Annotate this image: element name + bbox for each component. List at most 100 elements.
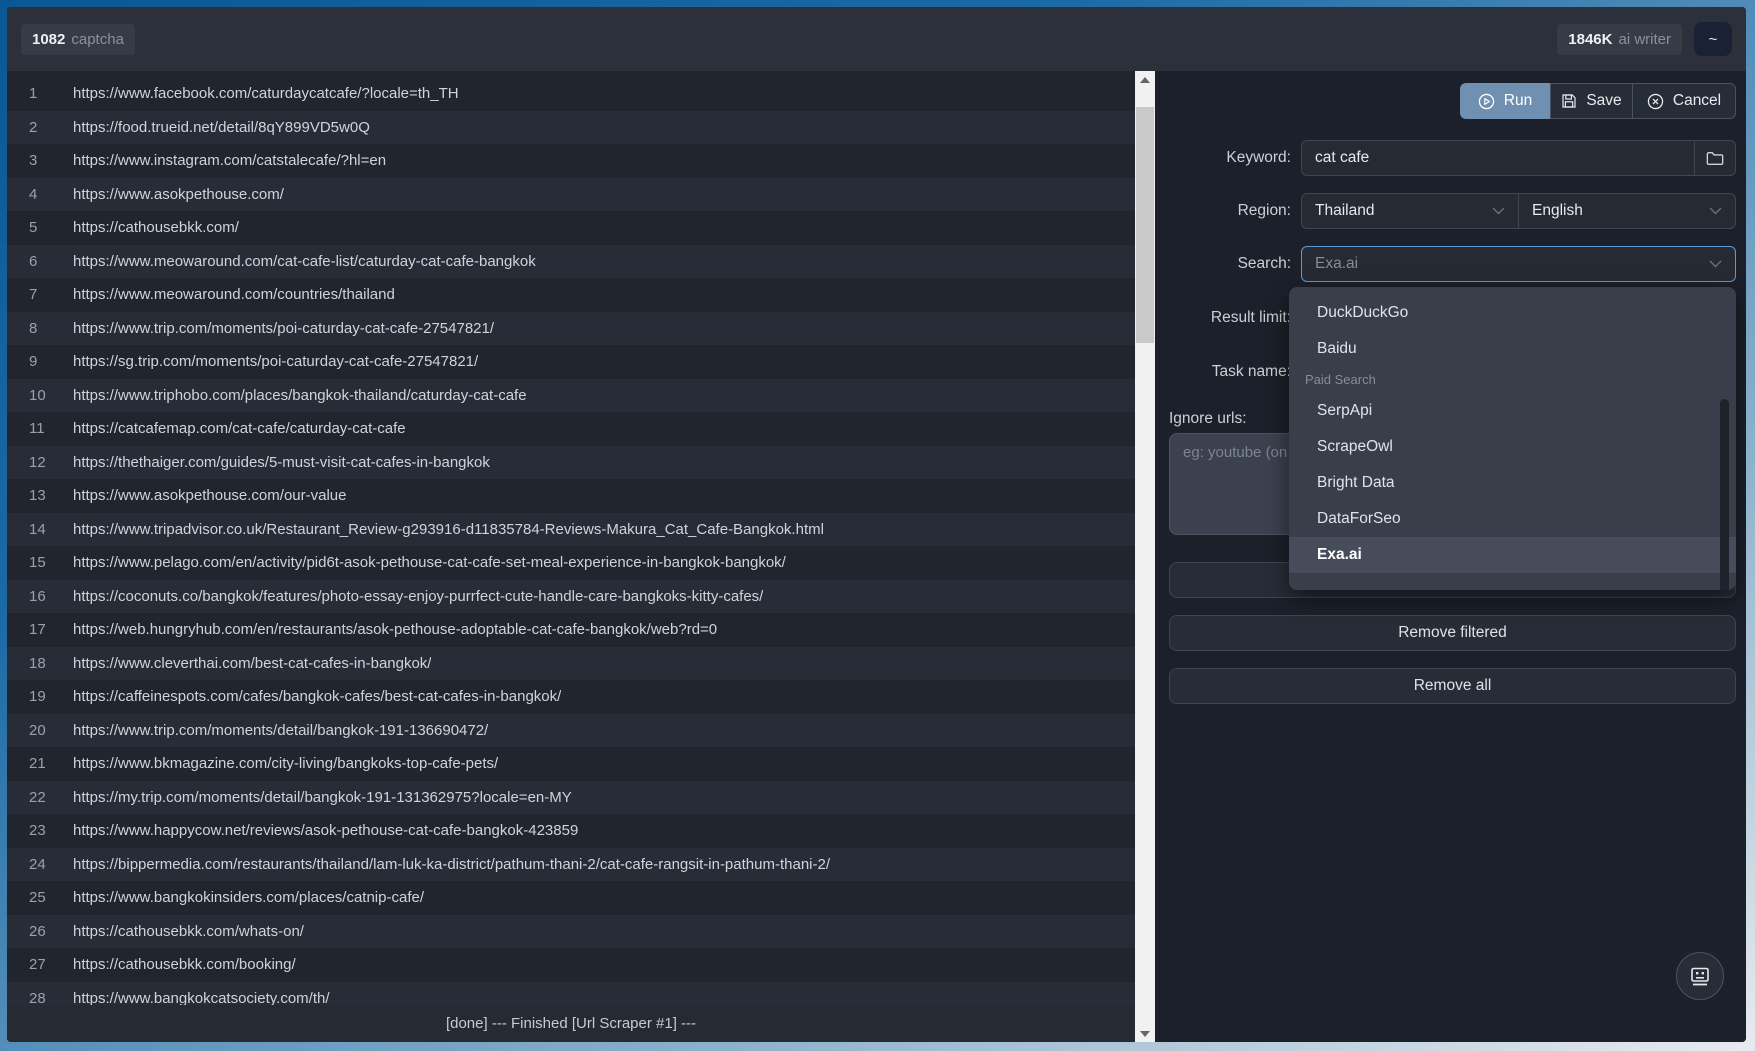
url-row[interactable]: 15 https://www.pelago.com/en/activity/pi…: [7, 546, 1135, 580]
dropdown-option-serpapi[interactable]: SerpApi: [1289, 393, 1736, 429]
url-row[interactable]: 26 https://cathousebkk.com/whats-on/: [7, 915, 1135, 949]
keyword-browse-button[interactable]: [1694, 141, 1735, 175]
remove-filtered-button[interactable]: Remove filtered: [1169, 615, 1736, 651]
result-limit-label: Result limit:: [1169, 309, 1291, 327]
dropdown-option-bright-data[interactable]: Bright Data: [1289, 465, 1736, 501]
url-row-number: 4: [7, 186, 73, 203]
ai-writer-counter[interactable]: 1846K ai writer: [1557, 24, 1682, 55]
settings-panel: Run Save Cancel Keyword: cat cafe: [1155, 71, 1746, 1042]
url-row[interactable]: 24 https://bippermedia.com/restaurants/t…: [7, 848, 1135, 882]
url-row[interactable]: 17 https://web.hungryhub.com/en/restaura…: [7, 613, 1135, 647]
cancel-button[interactable]: Cancel: [1632, 83, 1736, 119]
url-row-link: https://thethaiger.com/guides/5-must-vis…: [73, 454, 490, 471]
dropdown-option-baidu[interactable]: Baidu: [1289, 331, 1736, 367]
url-row[interactable]: 13 https://www.asokpethouse.com/our-valu…: [7, 479, 1135, 513]
url-row-number: 5: [7, 219, 73, 236]
url-row[interactable]: 27 https://cathousebkk.com/booking/: [7, 948, 1135, 982]
url-row[interactable]: 10 https://www.triphobo.com/places/bangk…: [7, 379, 1135, 413]
search-engine-select[interactable]: Exa.ai: [1301, 246, 1736, 282]
url-row[interactable]: 5 https://cathousebkk.com/: [7, 211, 1135, 245]
url-row-link: https://caffeinespots.com/cafes/bangkok-…: [73, 688, 561, 705]
url-row-link: https://cathousebkk.com/booking/: [73, 956, 296, 973]
region-country-value: Thailand: [1302, 202, 1492, 220]
list-scrollbar[interactable]: [1135, 71, 1155, 1042]
url-row-link: https://www.asokpethouse.com/our-value: [73, 487, 346, 504]
url-row[interactable]: 22 https://my.trip.com/moments/detail/ba…: [7, 781, 1135, 815]
status-text: [done] --- Finished [Url Scraper #1] ---: [446, 1015, 696, 1032]
remove-all-button[interactable]: Remove all: [1169, 668, 1736, 704]
url-row-number: 21: [7, 755, 73, 772]
keyword-input[interactable]: cat cafe: [1301, 140, 1736, 176]
collapse-button[interactable]: ~: [1694, 22, 1732, 56]
url-row-number: 1: [7, 85, 73, 102]
ai-writer-label: ai writer: [1618, 31, 1671, 48]
url-row[interactable]: 6 https://www.meowaround.com/cat-cafe-li…: [7, 245, 1135, 279]
url-row[interactable]: 19 https://caffeinespots.com/cafes/bangk…: [7, 680, 1135, 714]
url-row[interactable]: 21 https://www.bkmagazine.com/city-livin…: [7, 747, 1135, 781]
url-row-link: https://coconuts.co/bangkok/features/pho…: [73, 588, 763, 605]
url-row[interactable]: 11 https://catcafemap.com/cat-cafe/catur…: [7, 412, 1135, 446]
url-row-link: https://sg.trip.com/moments/poi-caturday…: [73, 353, 478, 370]
url-row-number: 23: [7, 822, 73, 839]
task-name-label: Task name:: [1169, 363, 1291, 381]
keyword-value: cat cafe: [1302, 149, 1694, 167]
region-language-select[interactable]: English: [1518, 193, 1736, 229]
url-row-link: https://www.cleverthai.com/best-cat-cafe…: [73, 655, 431, 672]
url-row-number: 18: [7, 655, 73, 672]
url-row-link: https://www.asokpethouse.com/: [73, 186, 284, 203]
assistant-fab-button[interactable]: [1676, 952, 1724, 1000]
url-row[interactable]: 2 https://food.trueid.net/detail/8qY899V…: [7, 111, 1135, 145]
keyword-label: Keyword:: [1169, 149, 1291, 167]
url-row-number: 20: [7, 722, 73, 739]
url-row[interactable]: 8 https://www.trip.com/moments/poi-catur…: [7, 312, 1135, 346]
run-label: Run: [1504, 92, 1532, 110]
url-row-link: https://www.tripadvisor.co.uk/Restaurant…: [73, 521, 824, 538]
dropdown-option-dataforseo[interactable]: DataForSeo: [1289, 501, 1736, 537]
url-row[interactable]: 23 https://www.happycow.net/reviews/asok…: [7, 814, 1135, 848]
url-row[interactable]: 9 https://sg.trip.com/moments/poi-caturd…: [7, 345, 1135, 379]
region-country-select[interactable]: Thailand: [1301, 193, 1518, 229]
dropdown-option-scrapeowl[interactable]: ScrapeOwl: [1289, 429, 1736, 465]
save-button[interactable]: Save: [1550, 83, 1632, 119]
url-row-number: 13: [7, 487, 73, 504]
url-row[interactable]: 20 https://www.trip.com/moments/detail/b…: [7, 714, 1135, 748]
url-row[interactable]: 3 https://www.instagram.com/catstalecafe…: [7, 144, 1135, 178]
url-row-link: https://cathousebkk.com/: [73, 219, 239, 236]
scroll-down-button[interactable]: [1135, 1025, 1155, 1042]
dropdown-option-duckduckgo[interactable]: DuckDuckGo: [1289, 295, 1736, 331]
search-label: Search:: [1169, 255, 1291, 273]
captcha-counter[interactable]: 1082 captcha: [21, 24, 135, 55]
dropdown-option-exa-ai[interactable]: Exa.ai: [1289, 537, 1736, 573]
keyword-row: Keyword: cat cafe: [1169, 140, 1736, 176]
run-button[interactable]: Run: [1460, 83, 1550, 119]
url-row-number: 26: [7, 923, 73, 940]
url-row-number: 24: [7, 856, 73, 873]
url-row-number: 7: [7, 286, 73, 303]
url-row[interactable]: 28 https://www.bangkokcatsociety.com/th/: [7, 982, 1135, 1006]
folder-icon: [1706, 151, 1724, 166]
url-row[interactable]: 7 https://www.meowaround.com/countries/t…: [7, 278, 1135, 312]
url-row[interactable]: 12 https://thethaiger.com/guides/5-must-…: [7, 446, 1135, 480]
region-selects: Thailand English: [1301, 193, 1736, 229]
url-row-number: 19: [7, 688, 73, 705]
save-label: Save: [1586, 92, 1621, 110]
url-row-number: 16: [7, 588, 73, 605]
url-row-link: https://www.trip.com/moments/detail/bang…: [73, 722, 488, 739]
scroll-up-button[interactable]: [1135, 71, 1155, 88]
url-row-link: https://my.trip.com/moments/detail/bangk…: [73, 789, 572, 806]
url-row-number: 28: [7, 990, 73, 1005]
url-row-number: 10: [7, 387, 73, 404]
url-row[interactable]: 18 https://www.cleverthai.com/best-cat-c…: [7, 647, 1135, 681]
url-row[interactable]: 14 https://www.tripadvisor.co.uk/Restaur…: [7, 513, 1135, 547]
url-row-link: https://www.happycow.net/reviews/asok-pe…: [73, 822, 578, 839]
chevron-down-icon: [1492, 207, 1505, 215]
url-row[interactable]: 4 https://www.asokpethouse.com/: [7, 178, 1135, 212]
url-row[interactable]: 16 https://coconuts.co/bangkok/features/…: [7, 580, 1135, 614]
url-row-number: 9: [7, 353, 73, 370]
url-row[interactable]: 25 https://www.bangkokinsiders.com/place…: [7, 881, 1135, 915]
scrollbar-thumb[interactable]: [1136, 107, 1154, 343]
dropdown-scrollbar-thumb[interactable]: [1720, 399, 1729, 590]
status-bar: [done] --- Finished [Url Scraper #1] ---: [7, 1005, 1135, 1042]
url-row[interactable]: 1 https://www.facebook.com/caturdaycatca…: [7, 77, 1135, 111]
url-row-link: https://www.instagram.com/catstalecafe/?…: [73, 152, 386, 169]
